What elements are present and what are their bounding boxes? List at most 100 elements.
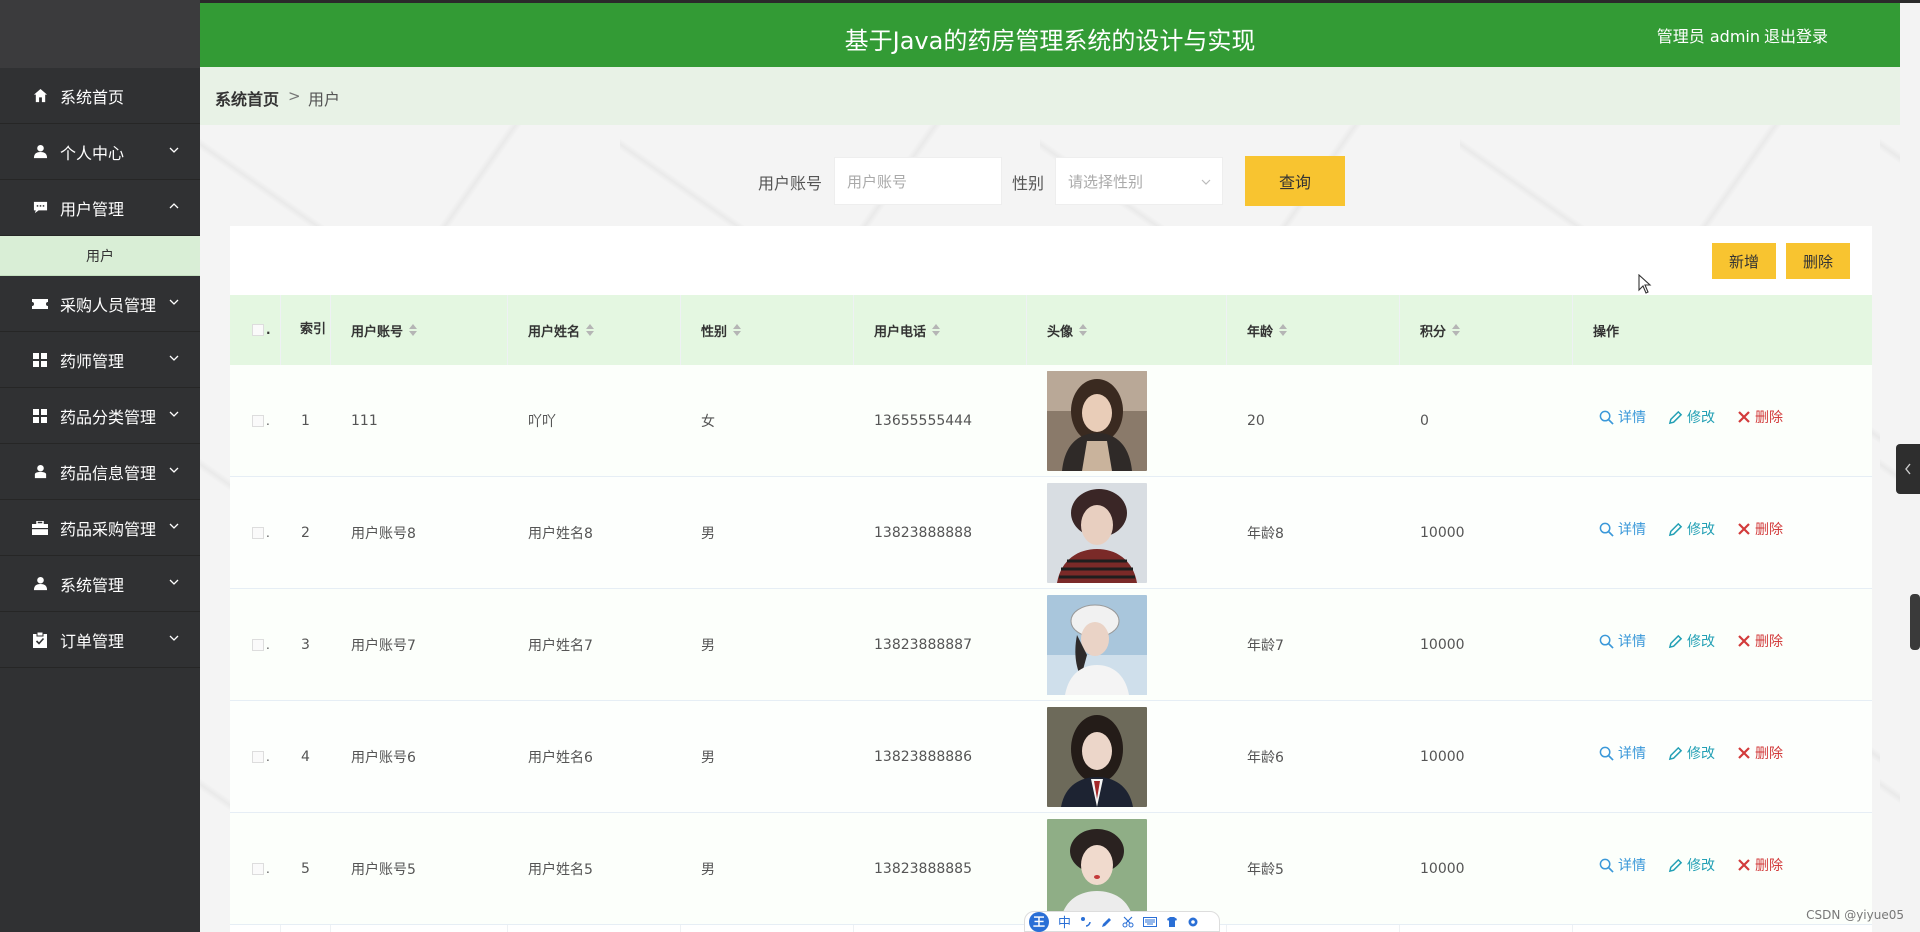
account-search-input[interactable]: 用户账号 xyxy=(834,157,1002,205)
ime-scissors-icon[interactable] xyxy=(1122,916,1134,928)
row-checkbox[interactable] xyxy=(252,751,264,763)
cell-account: 用户账号7 xyxy=(351,638,416,654)
edit-button[interactable]: 修改 xyxy=(1668,855,1715,875)
sidebar-item-home[interactable]: 系统首页 xyxy=(0,68,200,124)
edit-label: 修改 xyxy=(1687,746,1715,762)
sidebar-item-user-management[interactable]: 用户管理 xyxy=(0,180,200,236)
cell-name: 吖吖 xyxy=(528,414,556,430)
account-search-label: 用户账号 xyxy=(758,174,823,193)
column-header-avatar[interactable]: 头像 xyxy=(1047,295,1088,365)
cell-avatar xyxy=(1047,589,1147,701)
cell-actions: 详情 修改 删除 xyxy=(1599,697,1805,809)
detail-button[interactable]: 详情 xyxy=(1599,743,1646,763)
chevron-down-icon xyxy=(169,355,179,361)
sidebar-item-pharmacist-management[interactable]: 药师管理 xyxy=(0,332,200,388)
chevron-up-icon xyxy=(169,203,179,209)
ime-settings-icon[interactable] xyxy=(1187,916,1199,928)
ime-toolbar[interactable]: 王 中 xyxy=(1024,911,1220,932)
ime-pen-icon[interactable] xyxy=(1101,916,1113,928)
sidebar-item-personal-center[interactable]: 个人中心 xyxy=(0,124,200,180)
avatar[interactable] xyxy=(1047,371,1147,471)
sidebar-subitem-user[interactable]: 用户 xyxy=(0,236,200,276)
account-search-placeholder: 用户账号 xyxy=(847,172,908,191)
chevron-down-icon xyxy=(169,299,179,305)
cell-phone: 13823888888 xyxy=(874,525,972,541)
cell-points: 10000 xyxy=(1420,749,1465,765)
gender-select[interactable]: 请选择性别 xyxy=(1055,157,1223,205)
close-icon xyxy=(1738,635,1750,647)
checkbox[interactable] xyxy=(252,324,264,336)
cell-name: 用户姓名5 xyxy=(528,862,593,878)
cell-avatar xyxy=(1047,813,1147,925)
detail-button[interactable]: 详情 xyxy=(1599,407,1646,427)
avatar[interactable] xyxy=(1047,707,1147,807)
column-header-name[interactable]: 用户姓名 xyxy=(528,295,595,365)
search-icon xyxy=(1599,634,1614,649)
cell-points: 10000 xyxy=(1420,637,1465,653)
sidebar-item-purchaser-management[interactable]: 采购人员管理 xyxy=(0,276,200,332)
detail-button[interactable]: 详情 xyxy=(1599,519,1646,539)
close-icon xyxy=(1738,859,1750,871)
edit-button[interactable]: 修改 xyxy=(1668,631,1715,651)
breadcrumb-current: 用户 xyxy=(308,90,341,109)
delete-button[interactable]: 删除 xyxy=(1737,743,1783,763)
avatar[interactable] xyxy=(1047,819,1147,919)
edit-icon xyxy=(1668,410,1683,424)
delete-button[interactable]: 删除 xyxy=(1737,519,1783,539)
edit-button[interactable]: 修改 xyxy=(1668,519,1715,539)
sidebar-item-order-management[interactable]: 订单管理 xyxy=(0,612,200,668)
cell-index: 1 xyxy=(301,413,310,429)
cell-avatar xyxy=(1047,365,1147,477)
edit-icon xyxy=(1668,746,1683,760)
row-checkbox[interactable] xyxy=(252,415,264,427)
delete-button[interactable]: 删除 xyxy=(1737,407,1783,427)
breadcrumb: 系统首页 > 用户 xyxy=(200,67,1900,125)
sidebar-item-drug-info-management[interactable]: 药品信息管理 xyxy=(0,444,200,500)
detail-button[interactable]: 详情 xyxy=(1599,855,1646,875)
column-header-points[interactable]: 积分 xyxy=(1420,295,1461,365)
sort-icon xyxy=(733,324,742,336)
delete-button[interactable]: 删除 xyxy=(1737,631,1783,651)
detail-label: 详情 xyxy=(1618,634,1646,650)
ime-logo-icon[interactable]: 王 xyxy=(1029,911,1049,932)
sidebar-item-system-management[interactable]: 系统管理 xyxy=(0,556,200,612)
row-checkbox[interactable] xyxy=(252,863,264,875)
column-header-gender[interactable]: 性别 xyxy=(701,295,742,365)
row-checkbox[interactable] xyxy=(252,639,264,651)
sidebar-item-drug-purchase-management[interactable]: 药品采购管理 xyxy=(0,500,200,556)
edit-button[interactable]: 修改 xyxy=(1668,743,1715,763)
batch-delete-button[interactable]: 删除 xyxy=(1786,243,1850,279)
ime-keyboard-icon[interactable] xyxy=(1143,916,1158,927)
query-button[interactable]: 查询 xyxy=(1245,156,1345,206)
sidebar-item-drug-category-management[interactable]: 药品分类管理 xyxy=(0,388,200,444)
column-header-label: 头像 xyxy=(1047,324,1074,340)
delete-button[interactable]: 删除 xyxy=(1737,855,1783,875)
edit-button[interactable]: 修改 xyxy=(1668,407,1715,427)
logout-link[interactable]: 退出登录 xyxy=(1764,23,1828,47)
detail-button[interactable]: 详情 xyxy=(1599,631,1646,651)
avatar[interactable] xyxy=(1047,595,1147,695)
sidebar-item-label: 药品信息管理 xyxy=(60,463,157,483)
column-header-label: 用户姓名 xyxy=(528,324,581,340)
cell-phone: 13823888887 xyxy=(874,637,972,653)
sidebar-item-label: 药品采购管理 xyxy=(60,519,157,539)
ticket-icon xyxy=(32,296,48,312)
cell-phone: 13823888886 xyxy=(874,749,972,765)
avatar[interactable] xyxy=(1047,483,1147,583)
side-panel-toggle[interactable] xyxy=(1896,444,1920,494)
column-header-account[interactable]: 用户账号 xyxy=(351,295,418,365)
scroll-handle[interactable] xyxy=(1910,594,1920,650)
breadcrumb-home[interactable]: 系统首页 xyxy=(215,86,279,110)
chat-icon xyxy=(32,200,48,216)
row-checkbox[interactable] xyxy=(252,527,264,539)
ime-skin-icon[interactable] xyxy=(1166,916,1178,928)
sort-icon xyxy=(1079,324,1088,336)
select-all-checkbox[interactable]: . xyxy=(252,295,271,365)
cell-age: 年龄6 xyxy=(1247,750,1284,766)
cell-gender: 男 xyxy=(701,526,715,542)
column-header-age[interactable]: 年龄 xyxy=(1247,295,1288,365)
ime-punctuation-icon[interactable] xyxy=(1080,916,1092,928)
column-header-phone[interactable]: 用户电话 xyxy=(874,295,941,365)
ime-mode-toggle[interactable]: 中 xyxy=(1058,912,1071,931)
add-button[interactable]: 新增 xyxy=(1712,243,1776,279)
